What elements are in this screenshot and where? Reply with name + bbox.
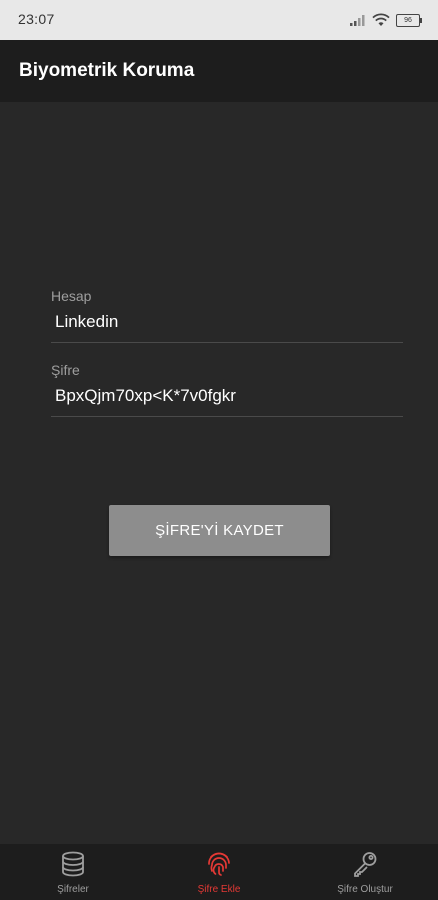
wifi-icon xyxy=(372,13,390,26)
save-password-button[interactable]: ŞİFRE'Yİ KAYDET xyxy=(109,505,330,556)
status-time: 23:07 xyxy=(18,11,55,27)
account-field: Hesap xyxy=(51,288,403,346)
bottom-nav: Şifreler Şifre Ekle Şifre Oluştur xyxy=(0,844,438,900)
fingerprint-icon xyxy=(208,852,230,876)
nav-item-add-password[interactable]: Şifre Ekle xyxy=(146,844,292,900)
main-content: Hesap Şifre ŞİFRE'Yİ KAYDET xyxy=(0,102,438,844)
signal-icon xyxy=(350,15,365,26)
nav-item-passwords[interactable]: Şifreler xyxy=(0,844,146,900)
account-underline xyxy=(51,342,403,343)
password-field: Şifre xyxy=(51,362,403,420)
app-bar: Biyometrik Koruma xyxy=(0,40,438,102)
password-label: Şifre xyxy=(51,362,80,378)
password-underline xyxy=(51,416,403,417)
status-bar: 23:07 96 xyxy=(0,0,438,40)
account-label: Hesap xyxy=(51,288,92,304)
nav-item-generate-password[interactable]: Şifre Oluştur xyxy=(292,844,438,900)
nav-label-passwords: Şifreler xyxy=(57,884,89,895)
key-icon xyxy=(354,852,377,877)
status-icons: 96 xyxy=(350,11,422,29)
battery-icon: 96 xyxy=(396,13,422,27)
password-input[interactable] xyxy=(55,386,395,406)
database-icon xyxy=(62,851,84,877)
nav-label-add-password: Şifre Ekle xyxy=(197,884,241,895)
account-input[interactable] xyxy=(55,312,395,332)
nav-label-generate-password: Şifre Oluştur xyxy=(337,884,393,895)
app-title: Biyometrik Koruma xyxy=(19,60,195,81)
